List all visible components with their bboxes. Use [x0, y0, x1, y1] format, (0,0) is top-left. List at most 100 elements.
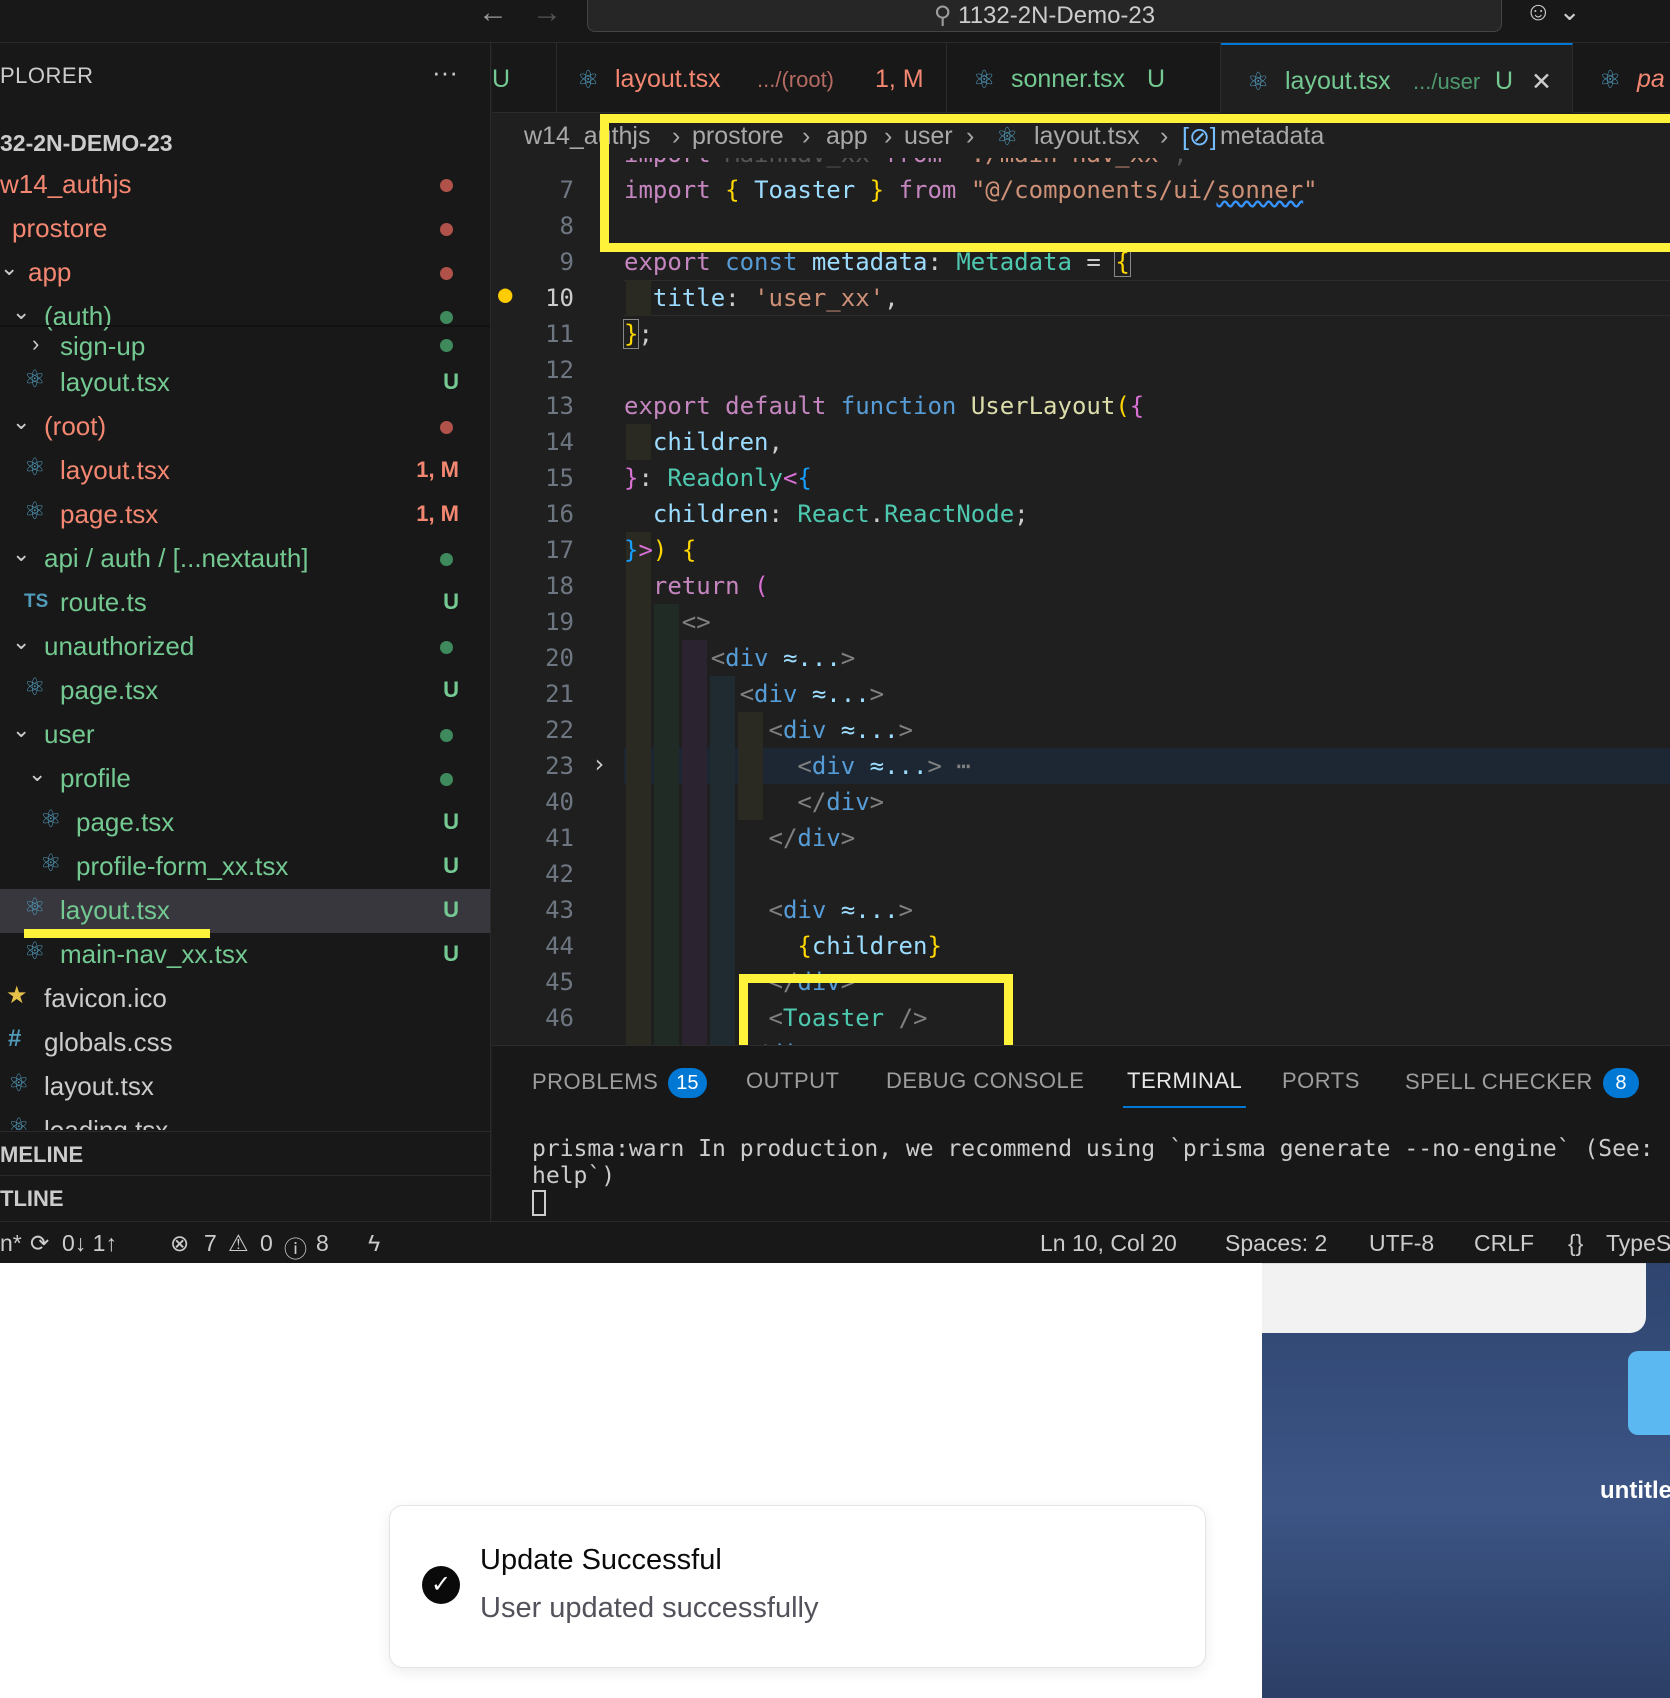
- tab-problems[interactable]: PROBLEMS 15: [532, 1068, 707, 1098]
- tree-item-profile[interactable]: ⌄ profile: [0, 757, 490, 801]
- git-status: U: [443, 853, 459, 878]
- tab-label: layout.tsx: [1285, 67, 1391, 95]
- tree-item-label: prostore: [12, 213, 108, 243]
- tab-terminal[interactable]: TERMINAL: [1123, 1068, 1247, 1108]
- lightning-icon[interactable]: ϟ: [368, 1230, 380, 1257]
- react-icon: ⚛: [8, 1114, 30, 1130]
- code-line-15: }: Readonly<{: [624, 464, 812, 492]
- lightbulb-icon[interactable]: ●: [498, 280, 512, 308]
- status-dot: [440, 179, 453, 192]
- fold-chevron-icon[interactable]: ›: [592, 750, 606, 778]
- desktop-background: untitle: [1262, 1263, 1670, 1698]
- chevron-right-icon: ›: [32, 331, 40, 356]
- tab-status: U: [492, 65, 511, 93]
- encoding[interactable]: UTF-8: [1369, 1230, 1434, 1257]
- status-bar: n* ⟳ 0↓ 1↑ ⊗ 7 ⚠ 0 ⓘ 8 ϟ Ln 10, Col 20 S…: [0, 1221, 1670, 1263]
- tab-ports[interactable]: PORTS: [1282, 1068, 1360, 1094]
- tree-item-user-layout-selected[interactable]: ⚛ layout.tsx U: [0, 889, 490, 933]
- tab-label: SPELL CHECKER: [1405, 1069, 1593, 1094]
- warning-count[interactable]: 0: [260, 1230, 273, 1257]
- tree-item-label: page.tsx: [60, 675, 159, 705]
- tree-item-app-layout[interactable]: ⚛ layout.tsx: [0, 1065, 490, 1109]
- code-line-40: </div>: [797, 788, 885, 816]
- status-dot: [440, 223, 453, 236]
- tree-item-label: api / auth / [...nextauth]: [44, 543, 309, 573]
- chevron-down-icon: ⌄: [28, 761, 47, 786]
- tab-partial-right[interactable]: ⚛ pa: [1573, 43, 1670, 113]
- terminal-output[interactable]: prisma:warn In production, we recommend …: [532, 1136, 1654, 1216]
- problems-badge: 15: [668, 1068, 707, 1098]
- sync-status[interactable]: 0↓ 1↑: [62, 1230, 117, 1257]
- workspace-root[interactable]: 32-2N-DEMO-23: [0, 121, 490, 165]
- tree-item-label: user: [44, 719, 95, 749]
- highlight-box-import: [600, 114, 1670, 252]
- branch-name[interactable]: n*: [0, 1230, 22, 1257]
- copilot-icon[interactable]: ☺ ⌄: [1525, 0, 1581, 27]
- tab-output[interactable]: OUTPUT: [746, 1068, 839, 1094]
- tree-item-profile-page[interactable]: ⚛ page.tsx U: [0, 801, 490, 845]
- outline-section[interactable]: TLINE: [0, 1175, 490, 1219]
- toast-notification[interactable]: ✓ Update Successful User updated success…: [389, 1505, 1206, 1668]
- tree-item-api-auth[interactable]: ⌄ api / auth / [...nextauth]: [0, 537, 490, 581]
- tree-item-unauthorized-page[interactable]: ⚛ page.tsx U: [0, 669, 490, 713]
- tree-item-app[interactable]: ⌄ app: [0, 251, 490, 295]
- info-count[interactable]: 8: [316, 1230, 329, 1257]
- workspace-label: 32-2N-DEMO-23: [0, 130, 173, 156]
- indentation[interactable]: Spaces: 2: [1225, 1230, 1327, 1257]
- tree-item-prostore[interactable]: prostore: [0, 207, 490, 251]
- folder-label[interactable]: untitle: [1600, 1477, 1670, 1505]
- tab-spell-checker[interactable]: SPELL CHECKER 8: [1405, 1068, 1639, 1098]
- code-editor[interactable]: 7 8 9 10 11 12 13 14 15 16 17 18 19 20 2…: [492, 158, 1670, 1045]
- forward-arrow-icon[interactable]: →: [532, 0, 562, 30]
- window-edge: [1262, 1263, 1646, 1333]
- tab-root-layout[interactable]: ⚛ layout.tsx .../(root) 1, M: [557, 43, 947, 113]
- tree-item-main-nav[interactable]: ⚛ main-nav_xx.tsx U: [0, 933, 490, 977]
- tree-item-root-layout[interactable]: ⚛ layout.tsx 1, M: [0, 449, 490, 493]
- css-hash-icon: #: [8, 1025, 22, 1052]
- sync-icon[interactable]: ⟳: [30, 1230, 49, 1257]
- command-center-search[interactable]: ⚲ 1132-2N-Demo-23: [587, 0, 1502, 32]
- tree-item-profile-form[interactable]: ⚛ profile-form_xx.tsx U: [0, 845, 490, 889]
- tree-item-favicon[interactable]: ★ favicon.ico: [0, 977, 490, 1021]
- tab-status: U: [1495, 67, 1514, 95]
- tree-item-unauthorized[interactable]: ⌄ unauthorized: [0, 625, 490, 669]
- explorer-header: PLORER: [0, 63, 94, 88]
- folder-icon[interactable]: [1628, 1351, 1670, 1435]
- line-ending[interactable]: CRLF: [1474, 1230, 1534, 1257]
- tree-item-route[interactable]: TS route.ts U: [0, 581, 490, 625]
- back-arrow-icon[interactable]: ←: [478, 0, 508, 30]
- tree-item-label: favicon.ico: [44, 983, 167, 1013]
- line-number: 8: [559, 212, 574, 240]
- status-dot: [440, 311, 453, 324]
- title-bar: ← → ⚲ 1132-2N-Demo-23 ☺ ⌄: [0, 0, 1670, 43]
- info-icon: ⓘ: [284, 1236, 307, 1262]
- line-number: 18: [545, 572, 574, 600]
- tree-item-loading[interactable]: ⚛ loading.tsx: [0, 1109, 490, 1130]
- tab-debug-console[interactable]: DEBUG CONSOLE: [886, 1068, 1084, 1094]
- close-icon[interactable]: ✕: [1531, 67, 1552, 97]
- tree-item-user[interactable]: ⌄ user: [0, 713, 490, 757]
- react-icon: ⚛: [40, 850, 62, 877]
- code-line-19: <>: [681, 608, 711, 636]
- status-dot: [440, 641, 453, 654]
- tab-sonner[interactable]: ⚛ sonner.tsx U: [947, 43, 1221, 113]
- tab-status: U: [1147, 65, 1166, 93]
- terminal-line: prisma:warn In production, we recommend …: [532, 1136, 1654, 1162]
- language-mode[interactable]: TypeS: [1606, 1230, 1670, 1257]
- tab-user-layout[interactable]: ⚛ layout.tsx .../user U ✕: [1221, 43, 1573, 113]
- tree-item-label: profile-form_xx.tsx: [76, 851, 289, 881]
- cursor-position[interactable]: Ln 10, Col 20: [1040, 1230, 1177, 1257]
- tab-partial-left[interactable]: U: [492, 43, 557, 113]
- tree-item-root-group[interactable]: ⌄ (root): [0, 405, 490, 449]
- tree-item-auth-layout[interactable]: ⚛ layout.tsx U: [0, 361, 490, 405]
- code-line-9: export const metadata: Metadata = {: [624, 247, 1131, 277]
- tree-item-globals-css[interactable]: # globals.css: [0, 1021, 490, 1065]
- error-icon: ⊗: [170, 1230, 190, 1256]
- terminal-line: help`): [532, 1163, 616, 1189]
- timeline-section[interactable]: MELINE: [0, 1131, 490, 1175]
- tree-item-w14-authjs[interactable]: w14_authjs: [0, 163, 490, 207]
- error-count[interactable]: 7: [204, 1230, 217, 1257]
- react-icon: ⚛: [1599, 66, 1622, 94]
- more-actions-icon[interactable]: ···: [432, 57, 458, 88]
- tree-item-root-page[interactable]: ⚛ page.tsx 1, M: [0, 493, 490, 537]
